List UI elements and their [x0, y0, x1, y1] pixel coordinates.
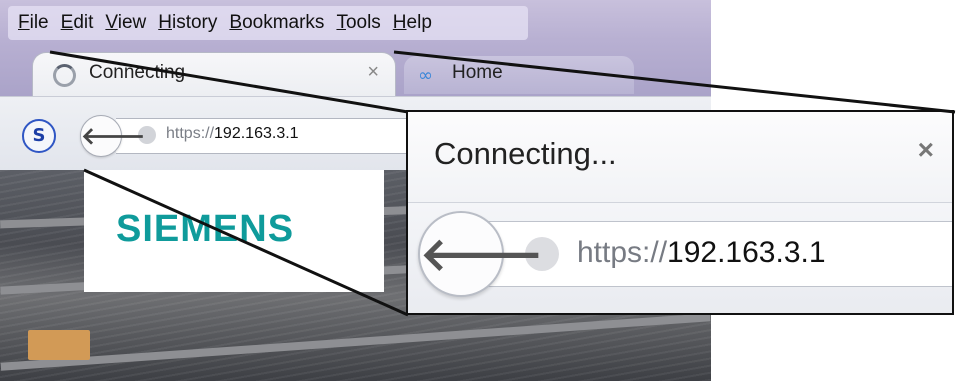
- zoom-url-host: 192.163.3.1: [667, 236, 826, 269]
- zoom-callout: Connecting... × https://192.163.3.1 🡐: [406, 110, 954, 315]
- menu-file[interactable]: File: [18, 12, 49, 34]
- menu-bar: File Edit View History Bookmarks Tools H…: [8, 6, 528, 40]
- rail-line: [0, 313, 711, 371]
- menu-edit[interactable]: Edit: [61, 12, 94, 34]
- spinner-icon: [53, 64, 76, 87]
- close-icon[interactable]: ×: [918, 134, 934, 166]
- url-host: 192.163.3.1: [214, 125, 299, 142]
- siemens-logo: SIEMENS: [116, 208, 295, 250]
- zoom-url-scheme: https://: [577, 236, 668, 269]
- siemens-logo-card: SIEMENS: [84, 170, 384, 292]
- tab-connecting[interactable]: Connecting ×: [32, 52, 396, 97]
- tab-connecting-title: Connecting: [89, 62, 186, 83]
- zoom-tab-title: Connecting...: [434, 136, 617, 171]
- back-arrow-icon: 🡐: [81, 122, 146, 150]
- menu-history[interactable]: History: [158, 12, 217, 34]
- url-scheme: https://: [166, 125, 215, 142]
- menu-tools[interactable]: Tools: [336, 12, 380, 34]
- back-arrow-icon: 🡐: [420, 227, 544, 281]
- zoom-navigation-bar: https://192.163.3.1 🡐: [408, 202, 952, 313]
- close-icon[interactable]: ×: [367, 61, 379, 84]
- url-text: https://192.163.3.1: [166, 125, 299, 143]
- infinity-icon: ∞: [418, 65, 433, 86]
- zoom-url-text: https://192.163.3.1: [577, 236, 826, 270]
- zoom-back-button[interactable]: 🡐: [418, 211, 543, 297]
- trackside-box: [28, 330, 90, 360]
- zoom-tab: Connecting... ×: [408, 112, 952, 202]
- menu-bookmarks[interactable]: Bookmarks: [229, 12, 324, 34]
- menu-help[interactable]: Help: [393, 12, 432, 34]
- menu-view[interactable]: View: [105, 12, 146, 34]
- back-button[interactable]: 🡐: [80, 115, 145, 157]
- tab-home-title: Home: [452, 62, 503, 83]
- s-logo-icon[interactable]: S: [22, 119, 56, 153]
- zoom-url-bar[interactable]: https://192.163.3.1: [478, 221, 952, 287]
- tab-home[interactable]: ∞ Home: [404, 56, 634, 94]
